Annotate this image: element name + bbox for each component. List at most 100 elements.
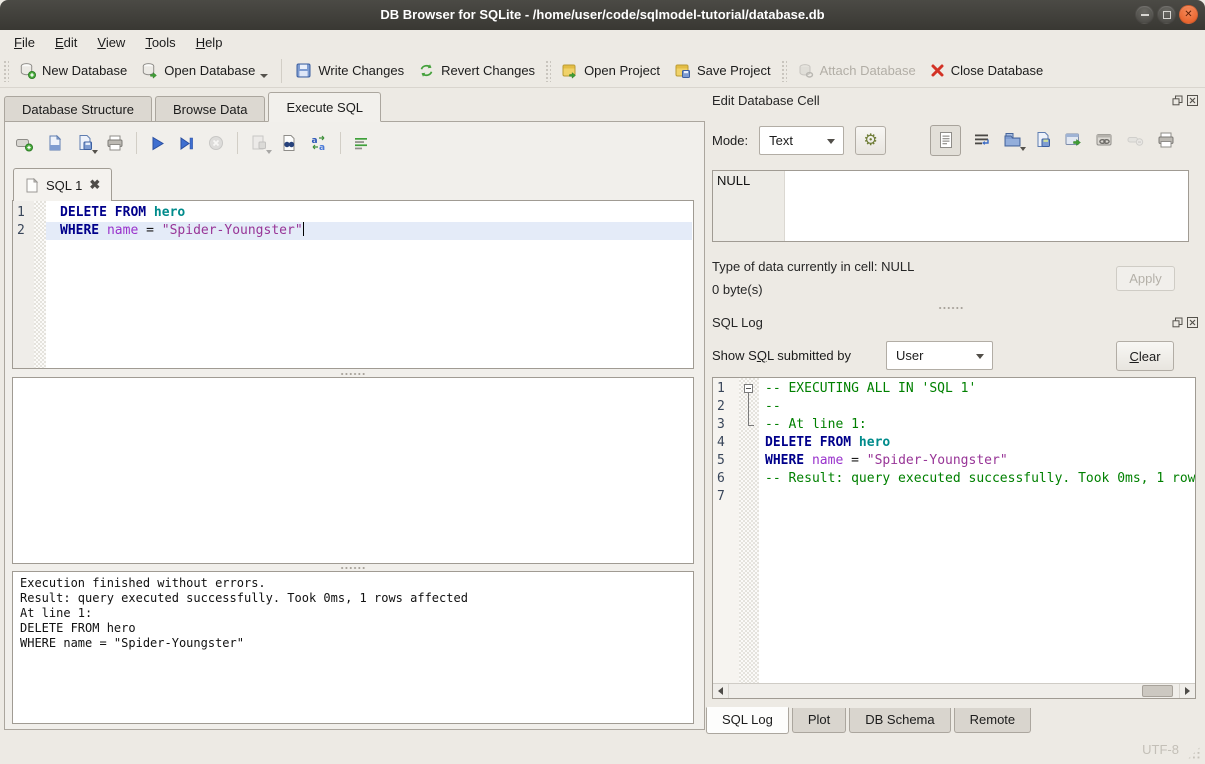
float-dock-icon[interactable]: [1172, 95, 1183, 106]
save-project-icon: [674, 62, 691, 79]
chevron-down-icon: [976, 354, 984, 359]
toolbar-drag-handle[interactable]: [3, 60, 9, 82]
print-sql-icon[interactable]: [106, 134, 124, 152]
export-data-icon[interactable]: [1064, 131, 1083, 149]
tab-remote[interactable]: Remote: [954, 708, 1032, 733]
log-line: -- Result: query executed successfully. …: [759, 470, 1195, 488]
text-cursor: [303, 222, 305, 236]
window-resize-grip[interactable]: [1187, 746, 1201, 760]
dock-splitter[interactable]: [938, 306, 964, 310]
tab-plot[interactable]: Plot: [792, 708, 846, 733]
message-line: DELETE FROM hero: [20, 621, 686, 636]
editor-line-numbers: 1 2: [13, 201, 34, 368]
sql-1-tab[interactable]: SQL 1 ✖: [13, 168, 112, 201]
mode-select[interactable]: Text: [759, 126, 844, 155]
save-sql-file-icon[interactable]: [76, 134, 94, 152]
editor-results-splitter[interactable]: [12, 371, 694, 376]
editor-text-area[interactable]: DELETE FROM hero WHERE name = "Spider-Yo…: [46, 204, 692, 240]
menu-file[interactable]: File: [4, 32, 45, 53]
save-project-button[interactable]: Save Project: [667, 58, 778, 83]
attach-database-button: Attach Database: [790, 58, 923, 83]
sql-toolbar-separator: [340, 132, 341, 154]
results-messages-splitter[interactable]: [12, 565, 694, 570]
log-horizontal-scrollbar[interactable]: [713, 683, 1195, 698]
open-project-button[interactable]: Open Project: [554, 58, 667, 83]
execute-current-line-icon[interactable]: [178, 135, 195, 152]
cell-value-editor[interactable]: NULL: [712, 170, 1189, 242]
menu-edit[interactable]: Edit: [45, 32, 87, 53]
cell-size-info: 0 byte(s): [712, 282, 763, 297]
open-sql-file-icon[interactable]: [46, 134, 64, 152]
open-project-icon: [561, 62, 578, 79]
menu-help[interactable]: Help: [186, 32, 233, 53]
cell-type-gutter: NULL: [713, 171, 785, 241]
import-from-file-icon[interactable]: [1003, 131, 1022, 149]
maximize-button[interactable]: [1157, 5, 1176, 24]
scroll-right-icon[interactable]: [1179, 684, 1195, 698]
tab-database-structure[interactable]: Database Structure: [4, 96, 152, 122]
execute-all-icon[interactable]: [149, 135, 166, 152]
log-line: -- EXECUTING ALL IN 'SQL 1': [759, 380, 1195, 398]
toolbar-drag-handle[interactable]: [545, 60, 551, 82]
log-line: DELETE FROM hero: [759, 434, 1195, 452]
write-changes-button[interactable]: Write Changes: [288, 58, 411, 83]
menu-tools[interactable]: Tools: [135, 32, 185, 53]
apply-mode-button[interactable]: ⚙: [855, 126, 886, 155]
editor-fold-margin: [34, 201, 46, 368]
open-database-icon: [141, 62, 158, 79]
close-dock-icon[interactable]: [1187, 317, 1198, 328]
close-dock-icon[interactable]: [1187, 95, 1198, 106]
save-as-icon[interactable]: [1034, 131, 1052, 149]
import-dropdown-icon[interactable]: [1020, 147, 1026, 151]
open-database-button[interactable]: Open Database: [134, 58, 275, 83]
submitted-by-select[interactable]: User: [886, 341, 993, 370]
save-sql-dropdown-icon[interactable]: [92, 150, 98, 154]
tab-browse-data[interactable]: Browse Data: [155, 96, 265, 122]
close-database-button[interactable]: Close Database: [923, 59, 1051, 82]
maximize-icon: [1163, 11, 1171, 19]
log-line-numbers: 12 34 56 7: [713, 378, 739, 683]
scrollbar-thumb[interactable]: [1142, 685, 1173, 697]
float-dock-icon[interactable]: [1172, 317, 1183, 328]
cell-editor-toolbar: [930, 124, 1175, 156]
clear-log-button[interactable]: Clear: [1116, 341, 1174, 371]
minimize-icon: [1141, 14, 1149, 16]
scroll-left-icon[interactable]: [713, 684, 729, 698]
auto-format-icon[interactable]: [353, 135, 370, 152]
menu-view[interactable]: View: [87, 32, 135, 53]
sql-log-view[interactable]: 12 34 56 7 -- EXECUTING ALL IN 'SQL 1' -…: [712, 377, 1196, 699]
menu-bar: File Edit View Tools Help: [0, 30, 1205, 54]
message-line: Execution finished without errors.: [20, 576, 686, 591]
log-line: -- At line 1:: [759, 416, 1195, 434]
cell-type-info: Type of data currently in cell: NULL: [712, 259, 914, 274]
open-as-link-icon[interactable]: [1095, 131, 1114, 149]
close-sql-tab-icon[interactable]: ✖: [89, 177, 100, 193]
find-icon[interactable]: [280, 134, 298, 152]
message-line: At line 1:: [20, 606, 686, 621]
revert-changes-button[interactable]: Revert Changes: [411, 58, 542, 83]
fold-collapse-icon[interactable]: [744, 384, 753, 393]
close-button[interactable]: ✕: [1179, 5, 1198, 24]
sql-tab-label: SQL 1: [46, 178, 82, 193]
new-database-button[interactable]: New Database: [12, 58, 134, 83]
execution-messages[interactable]: Execution finished without errors. Resul…: [12, 571, 694, 724]
word-wrap-icon[interactable]: [973, 131, 991, 149]
toolbar-separator: [281, 59, 282, 83]
tab-db-schema[interactable]: DB Schema: [849, 708, 950, 733]
open-database-dropdown-icon[interactable]: [260, 74, 268, 78]
toolbar-drag-handle[interactable]: [781, 60, 787, 82]
new-sql-tab-icon[interactable]: [15, 134, 34, 152]
text-document-toggle[interactable]: [930, 125, 961, 156]
minimize-button[interactable]: [1135, 5, 1154, 24]
tab-sql-log[interactable]: SQL Log: [706, 707, 789, 734]
encoding-indicator[interactable]: UTF-8: [1142, 742, 1179, 757]
sql-toolbar-separator: [237, 132, 238, 154]
sql-code-editor[interactable]: 1 2 DELETE FROM hero WHERE name = "Spide…: [12, 200, 694, 369]
attach-database-icon: [797, 62, 814, 79]
print-cell-icon[interactable]: [1157, 131, 1175, 149]
results-grid[interactable]: [12, 377, 694, 564]
title-bar[interactable]: DB Browser for SQLite - /home/user/code/…: [0, 0, 1205, 30]
find-and-replace-icon[interactable]: aa: [310, 134, 328, 152]
tab-execute-sql[interactable]: Execute SQL: [268, 92, 381, 122]
revert-changes-icon: [418, 62, 435, 79]
